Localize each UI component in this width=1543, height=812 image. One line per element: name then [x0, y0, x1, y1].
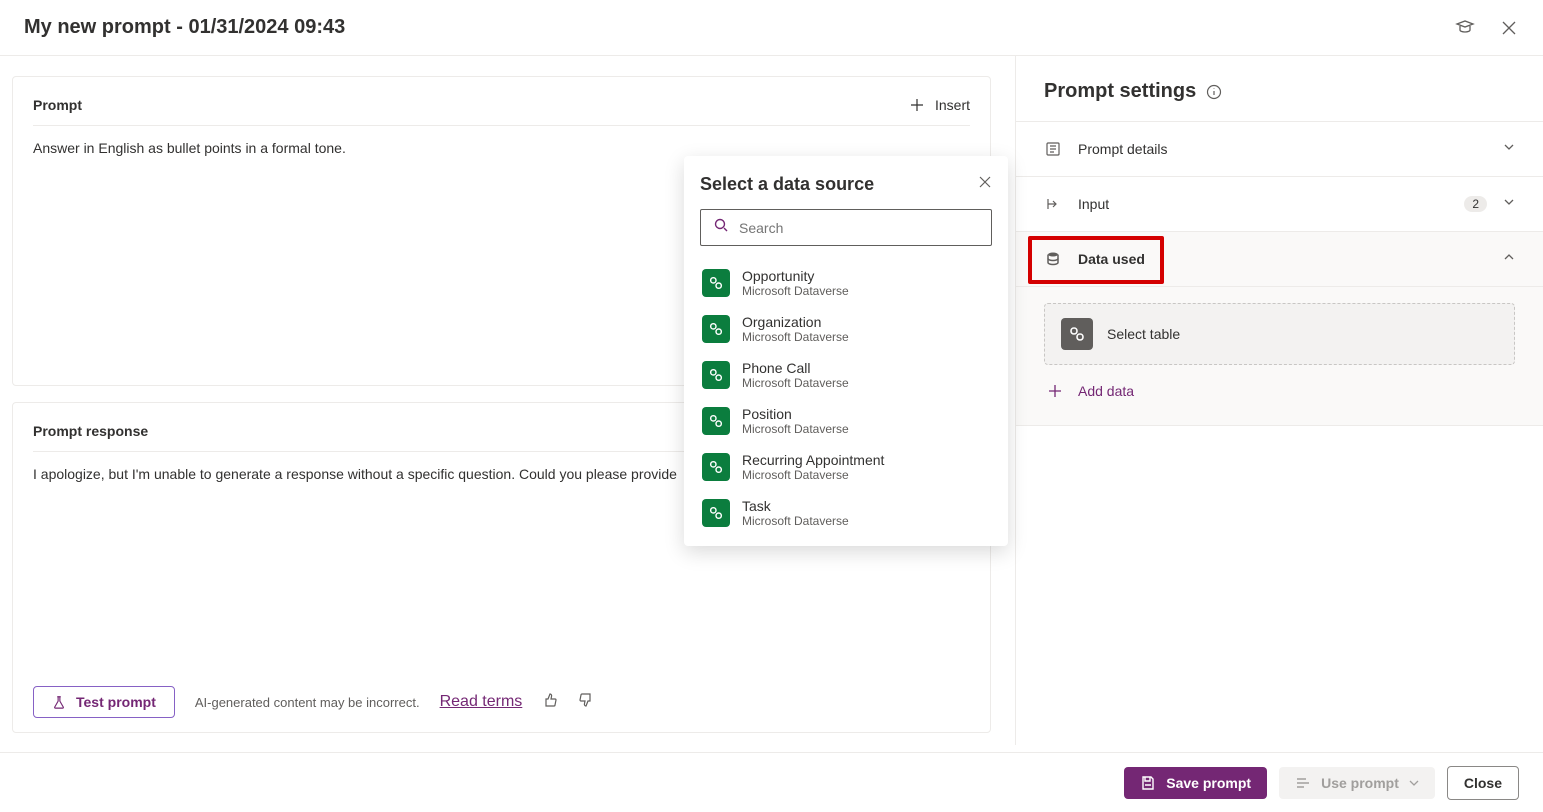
dataverse-icon: [702, 361, 730, 389]
ds-name: Recurring Appointment: [742, 452, 884, 468]
dataverse-icon: [702, 407, 730, 435]
dataverse-icon: [702, 269, 730, 297]
use-label: Use prompt: [1321, 775, 1399, 791]
select-table-button[interactable]: Select table: [1044, 303, 1515, 365]
learn-icon[interactable]: [1455, 18, 1475, 38]
page-title: My new prompt - 01/31/2024 09:43: [24, 16, 345, 39]
dataverse-icon: [702, 453, 730, 481]
footer: Save prompt Use prompt Close: [0, 752, 1543, 812]
plus-icon: [909, 97, 925, 113]
add-data-button[interactable]: Add data: [1044, 365, 1515, 401]
ds-sub: Microsoft Dataverse: [742, 376, 849, 390]
data-source-item[interactable]: OpportunityMicrosoft Dataverse: [700, 260, 992, 306]
select-table-label: Select table: [1107, 326, 1180, 342]
save-prompt-button[interactable]: Save prompt: [1124, 767, 1267, 799]
disclaimer-text: AI-generated content may be incorrect.: [195, 695, 420, 710]
use-prompt-button: Use prompt: [1279, 767, 1435, 799]
prompt-text[interactable]: Answer in English as bullet points in a …: [33, 140, 970, 156]
popup-title: Select a data source: [700, 174, 874, 195]
database-icon: [1044, 251, 1062, 267]
save-label: Save prompt: [1166, 775, 1251, 791]
ds-name: Organization: [742, 314, 849, 330]
input-icon: [1044, 196, 1062, 212]
close-button[interactable]: Close: [1447, 766, 1519, 800]
dataverse-icon: [702, 499, 730, 527]
chevron-down-icon: [1409, 778, 1419, 788]
accordion-label: Input: [1078, 196, 1448, 212]
data-source-item[interactable]: TaskMicrosoft Dataverse: [700, 490, 992, 536]
data-source-item[interactable]: Phone CallMicrosoft Dataverse: [700, 352, 992, 398]
search-icon: [713, 217, 729, 238]
data-source-list: OpportunityMicrosoft Dataverse Organizat…: [700, 260, 992, 536]
ds-sub: Microsoft Dataverse: [742, 468, 884, 482]
header: My new prompt - 01/31/2024 09:43: [0, 0, 1543, 56]
ds-name: Opportunity: [742, 268, 849, 284]
dataverse-icon: [702, 315, 730, 343]
data-source-item[interactable]: Recurring AppointmentMicrosoft Dataverse: [700, 444, 992, 490]
settings-header: Prompt settings: [1016, 56, 1543, 121]
search-input[interactable]: [739, 220, 979, 236]
test-prompt-label: Test prompt: [76, 694, 156, 710]
save-icon: [1140, 775, 1156, 791]
settings-accordion: Prompt details Input 2: [1016, 121, 1543, 426]
accordion-data-used[interactable]: Data used: [1016, 232, 1543, 287]
data-source-popup: Select a data source OpportunityMicrosof…: [684, 156, 1008, 546]
settings-panel: Prompt settings Prompt details Input: [1015, 56, 1543, 745]
details-icon: [1044, 141, 1062, 157]
close-icon[interactable]: [1499, 18, 1519, 38]
response-footer: Test prompt AI-generated content may be …: [33, 676, 970, 718]
prompt-card-header: Prompt Insert: [33, 97, 970, 126]
data-source-item[interactable]: PositionMicrosoft Dataverse: [700, 398, 992, 444]
response-card-title: Prompt response: [33, 423, 148, 439]
test-prompt-button[interactable]: Test prompt: [33, 686, 175, 718]
chevron-up-icon: [1503, 250, 1515, 268]
accordion-label: Data used: [1078, 251, 1487, 267]
input-count-badge: 2: [1464, 196, 1487, 212]
thumbs-down-icon[interactable]: [578, 692, 594, 713]
insert-label: Insert: [935, 97, 970, 113]
thumbs-up-icon[interactable]: [542, 692, 558, 713]
chevron-down-icon: [1503, 140, 1515, 158]
accordion-label: Prompt details: [1078, 141, 1487, 157]
accordion-prompt-details[interactable]: Prompt details: [1016, 122, 1543, 177]
plus-icon: [1048, 384, 1062, 398]
ds-sub: Microsoft Dataverse: [742, 284, 849, 298]
ds-name: Phone Call: [742, 360, 849, 376]
flask-icon: [52, 695, 66, 709]
popup-header: Select a data source: [700, 174, 992, 195]
use-icon: [1295, 775, 1311, 791]
add-data-label: Add data: [1078, 383, 1134, 399]
close-label: Close: [1464, 775, 1502, 791]
close-icon[interactable]: [978, 175, 992, 194]
chevron-down-icon: [1503, 195, 1515, 213]
header-actions: [1455, 18, 1519, 38]
insert-button[interactable]: Insert: [909, 97, 970, 113]
data-source-item[interactable]: OrganizationMicrosoft Dataverse: [700, 306, 992, 352]
ds-sub: Microsoft Dataverse: [742, 514, 849, 528]
dataverse-icon: [1061, 318, 1093, 350]
ds-sub: Microsoft Dataverse: [742, 422, 849, 436]
ds-sub: Microsoft Dataverse: [742, 330, 849, 344]
ds-name: Task: [742, 498, 849, 514]
read-terms-link[interactable]: Read terms: [440, 693, 523, 711]
settings-title: Prompt settings: [1044, 80, 1196, 103]
ds-name: Position: [742, 406, 849, 422]
data-used-body: Select table Add data: [1016, 287, 1543, 426]
prompt-card-title: Prompt: [33, 97, 82, 113]
search-box[interactable]: [700, 209, 992, 246]
info-icon[interactable]: [1206, 84, 1222, 100]
accordion-input[interactable]: Input 2: [1016, 177, 1543, 232]
